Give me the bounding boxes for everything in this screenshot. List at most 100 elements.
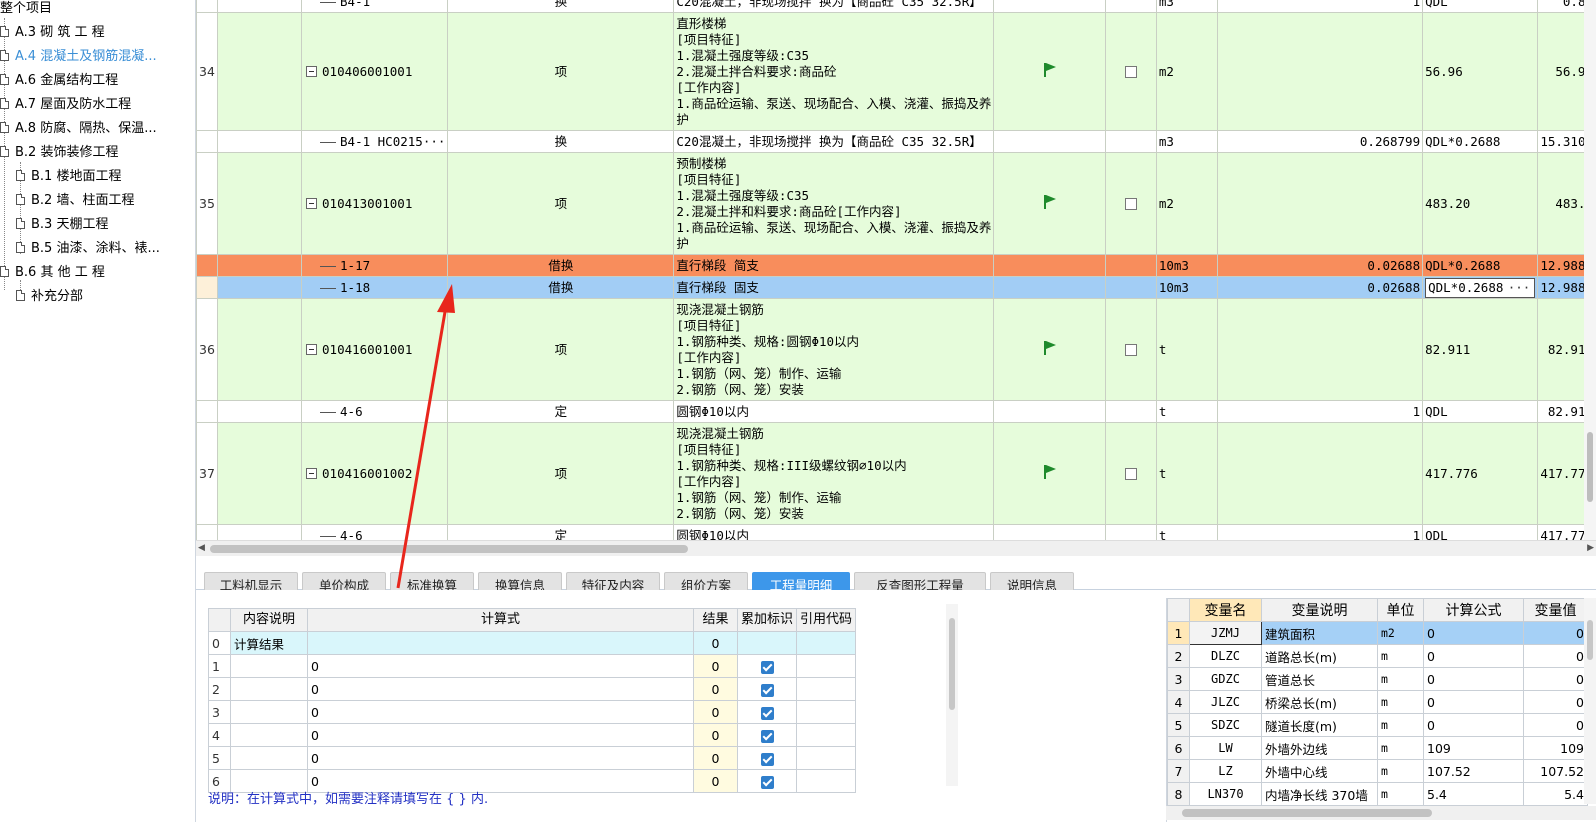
variable-row[interactable]: 1 JZMJ 建筑面积 m2 0 0 — [1167, 621, 1588, 645]
calc-row[interactable]: 2 00 — [208, 677, 857, 701]
scroll-thumb[interactable] — [1182, 809, 1432, 817]
var-name-cell[interactable]: SDZC — [1189, 713, 1262, 737]
var-formula-cell[interactable]: 107.52 — [1423, 759, 1524, 783]
calc-desc-cell[interactable] — [230, 677, 308, 701]
var-unit-cell[interactable]: m — [1377, 690, 1424, 714]
var-unit-cell[interactable]: m — [1377, 713, 1424, 737]
bill-row[interactable]: 1-18 借换 直行梯段 固支 10m3 0.02688 QDL*0.2688 ··· 12.… — [196, 276, 1596, 299]
accumulate-checkbox[interactable] — [760, 683, 774, 697]
item-formula[interactable]: QDL*0.2688 ··· — [1422, 276, 1539, 299]
calc-desc-cell[interactable] — [230, 746, 308, 770]
row-checkbox[interactable] — [1125, 468, 1138, 480]
scroll-right-icon[interactable]: ▶ — [1587, 543, 1594, 553]
calc-expr-cell[interactable]: 0 — [307, 677, 694, 701]
scroll-thumb[interactable] — [210, 545, 688, 553]
bill-row[interactable]: 35 010413001001 项预制楼梯 [项目特征] 1.混凝土强度等级:C35 2.… — [196, 152, 1596, 255]
tree-item-supplement[interactable]: 补充分部 — [16, 286, 83, 308]
tree-item-a6[interactable]: A.6 金属结构工程 — [0, 70, 118, 92]
calc-desc-cell[interactable]: 计算结果 — [230, 631, 308, 655]
item-code[interactable]: 010406001001 — [301, 12, 449, 131]
item-code[interactable]: B4-1 HC0215··· — [301, 130, 449, 153]
calc-ref-cell[interactable] — [796, 677, 857, 701]
scroll-thumb[interactable] — [1587, 620, 1593, 660]
scroll-thumb[interactable] — [1587, 432, 1593, 502]
var-unit-cell[interactable]: m — [1377, 736, 1424, 760]
variable-row[interactable]: 6 LW 外墙外边线 m 109 109 — [1167, 736, 1588, 760]
tree-root[interactable]: 整个项目 — [0, 0, 52, 20]
item-formula[interactable]: 82.911 — [1422, 298, 1539, 401]
grid-horizontal-scrollbar[interactable]: ◀ ▶ — [196, 540, 1596, 556]
var-formula-cell[interactable]: 0 — [1423, 667, 1524, 691]
var-unit-cell[interactable]: m — [1377, 667, 1424, 691]
grid-vertical-scrollbar[interactable] — [1584, 0, 1596, 540]
calc-vertical-scrollbar[interactable] — [946, 604, 958, 786]
item-formula[interactable]: QDL*0.2688 — [1422, 130, 1539, 153]
item-description[interactable]: C20混凝土，非现场搅拌 换为【商品砼 C35 32.5R】 — [673, 0, 995, 13]
tree-item-b1[interactable]: B.1 楼地面工程 — [16, 166, 121, 188]
item-formula[interactable]: QDL — [1422, 400, 1539, 423]
calc-ref-cell[interactable] — [796, 631, 857, 655]
bill-row[interactable]: B4-1 换 C20混凝土，非现场搅拌 换为【商品砼 C35 32.5R】 m3 1 QD… — [196, 0, 1596, 13]
var-name-cell[interactable]: LZ — [1189, 759, 1262, 783]
var-desc-cell[interactable]: 桥梁总长(m) — [1261, 690, 1378, 714]
item-description[interactable]: 直行梯段 固支 — [673, 276, 995, 299]
variable-row[interactable]: 2 DLZC 道路总长(m) m 0 0 — [1167, 644, 1588, 668]
item-code[interactable]: 1-18 — [301, 276, 449, 299]
more-icon[interactable]: ··· — [1508, 279, 1531, 297]
scroll-left-icon[interactable]: ◀ — [198, 543, 205, 553]
calc-ref-cell[interactable] — [796, 723, 857, 747]
formula-editor[interactable]: QDL*0.2688 ··· — [1425, 277, 1536, 298]
variable-row[interactable]: 8 LN370 内墙净长线 370墙 m 5.4 5.4 — [1167, 782, 1588, 806]
var-unit-cell[interactable]: m2 — [1377, 621, 1424, 645]
tree-item-b6[interactable]: B.6 其 他 工 程 — [0, 262, 105, 284]
var-unit-cell[interactable]: m — [1377, 782, 1424, 806]
var-name-cell[interactable]: DLZC — [1189, 644, 1262, 668]
var-name-cell[interactable]: JZMJ — [1189, 621, 1262, 645]
calc-desc-cell[interactable] — [230, 700, 308, 724]
var-formula-cell[interactable]: 0 — [1423, 621, 1524, 645]
vars-horizontal-scrollbar[interactable] — [1166, 806, 1596, 820]
item-description[interactable]: 直形楼梯 [项目特征] 1.混凝土强度等级:C35 2.混凝土拌合料要求:商品砼 [工作… — [673, 12, 995, 131]
var-formula-cell[interactable]: 0 — [1423, 713, 1524, 737]
item-description[interactable]: 现浇混凝土钢筋 [项目特征] 1.钢筋种类、规格:圆钢Φ10以内 [工作内容] 1.钢筋… — [673, 298, 995, 401]
row-checkbox[interactable] — [1125, 198, 1138, 210]
item-code[interactable]: 010413001001 — [301, 152, 449, 255]
var-desc-cell[interactable]: 内墙净长线 370墙 — [1261, 782, 1378, 806]
bill-row[interactable]: 4-6 定圆钢Φ10以内 t 1 QDL 82.911 — [196, 400, 1596, 423]
item-formula[interactable]: QDL*0.2688 — [1422, 254, 1539, 277]
tree-item-b5[interactable]: B.5 油漆、涂料、裱... — [16, 238, 160, 260]
calc-expr-cell[interactable] — [307, 631, 694, 655]
item-formula[interactable]: 483.20 — [1422, 152, 1539, 255]
tree-item-b3[interactable]: B.3 天棚工程 — [16, 214, 108, 236]
item-code[interactable]: B4-1 — [301, 0, 449, 13]
collapse-icon[interactable] — [306, 344, 318, 355]
row-checkbox[interactable] — [1125, 66, 1138, 78]
calc-ref-cell[interactable] — [796, 769, 857, 793]
calc-row[interactable]: 1 00 — [208, 654, 857, 678]
variable-row[interactable]: 3 GDZC 管道总长 m 0 0 — [1167, 667, 1588, 691]
item-formula[interactable]: 417.776 — [1422, 422, 1539, 525]
tree-item-a4[interactable]: A.4 混凝土及钢筋混凝... — [0, 46, 157, 68]
item-code[interactable]: 1-17 — [301, 254, 449, 277]
item-description[interactable]: C20混凝土，非现场搅拌 换为【商品砼 C35 32.5R】 — [673, 130, 995, 153]
var-desc-cell[interactable]: 外墙中心线 — [1261, 759, 1378, 783]
var-desc-cell[interactable]: 道路总长(m) — [1261, 644, 1378, 668]
item-code[interactable]: 4-6 — [301, 400, 449, 423]
accumulate-checkbox[interactable] — [760, 775, 774, 789]
var-desc-cell[interactable]: 建筑面积 — [1261, 621, 1378, 645]
variable-row[interactable]: 4 JLZC 桥梁总长(m) m 0 0 — [1167, 690, 1588, 714]
accumulate-checkbox[interactable] — [760, 729, 774, 743]
var-desc-cell[interactable]: 隧道长度(m) — [1261, 713, 1378, 737]
calc-row[interactable]: 0 计算结果 0 — [208, 631, 857, 655]
collapse-icon[interactable] — [306, 66, 318, 77]
calc-expr-cell[interactable]: 0 — [307, 723, 694, 747]
var-unit-cell[interactable]: m — [1377, 759, 1424, 783]
var-formula-cell[interactable]: 0 — [1423, 690, 1524, 714]
tree-item-a7[interactable]: A.7 屋面及防水工程 — [0, 94, 131, 116]
accumulate-checkbox[interactable] — [760, 752, 774, 766]
calc-ref-cell[interactable] — [796, 654, 857, 678]
item-description[interactable]: 现浇混凝土钢筋 [项目特征] 1.钢筋种类、规格:III级螺纹钢⌀10以内 [工作内容… — [673, 422, 995, 525]
calc-expr-cell[interactable]: 0 — [307, 700, 694, 724]
var-name-cell[interactable]: LW — [1189, 736, 1262, 760]
row-checkbox[interactable] — [1125, 344, 1138, 356]
